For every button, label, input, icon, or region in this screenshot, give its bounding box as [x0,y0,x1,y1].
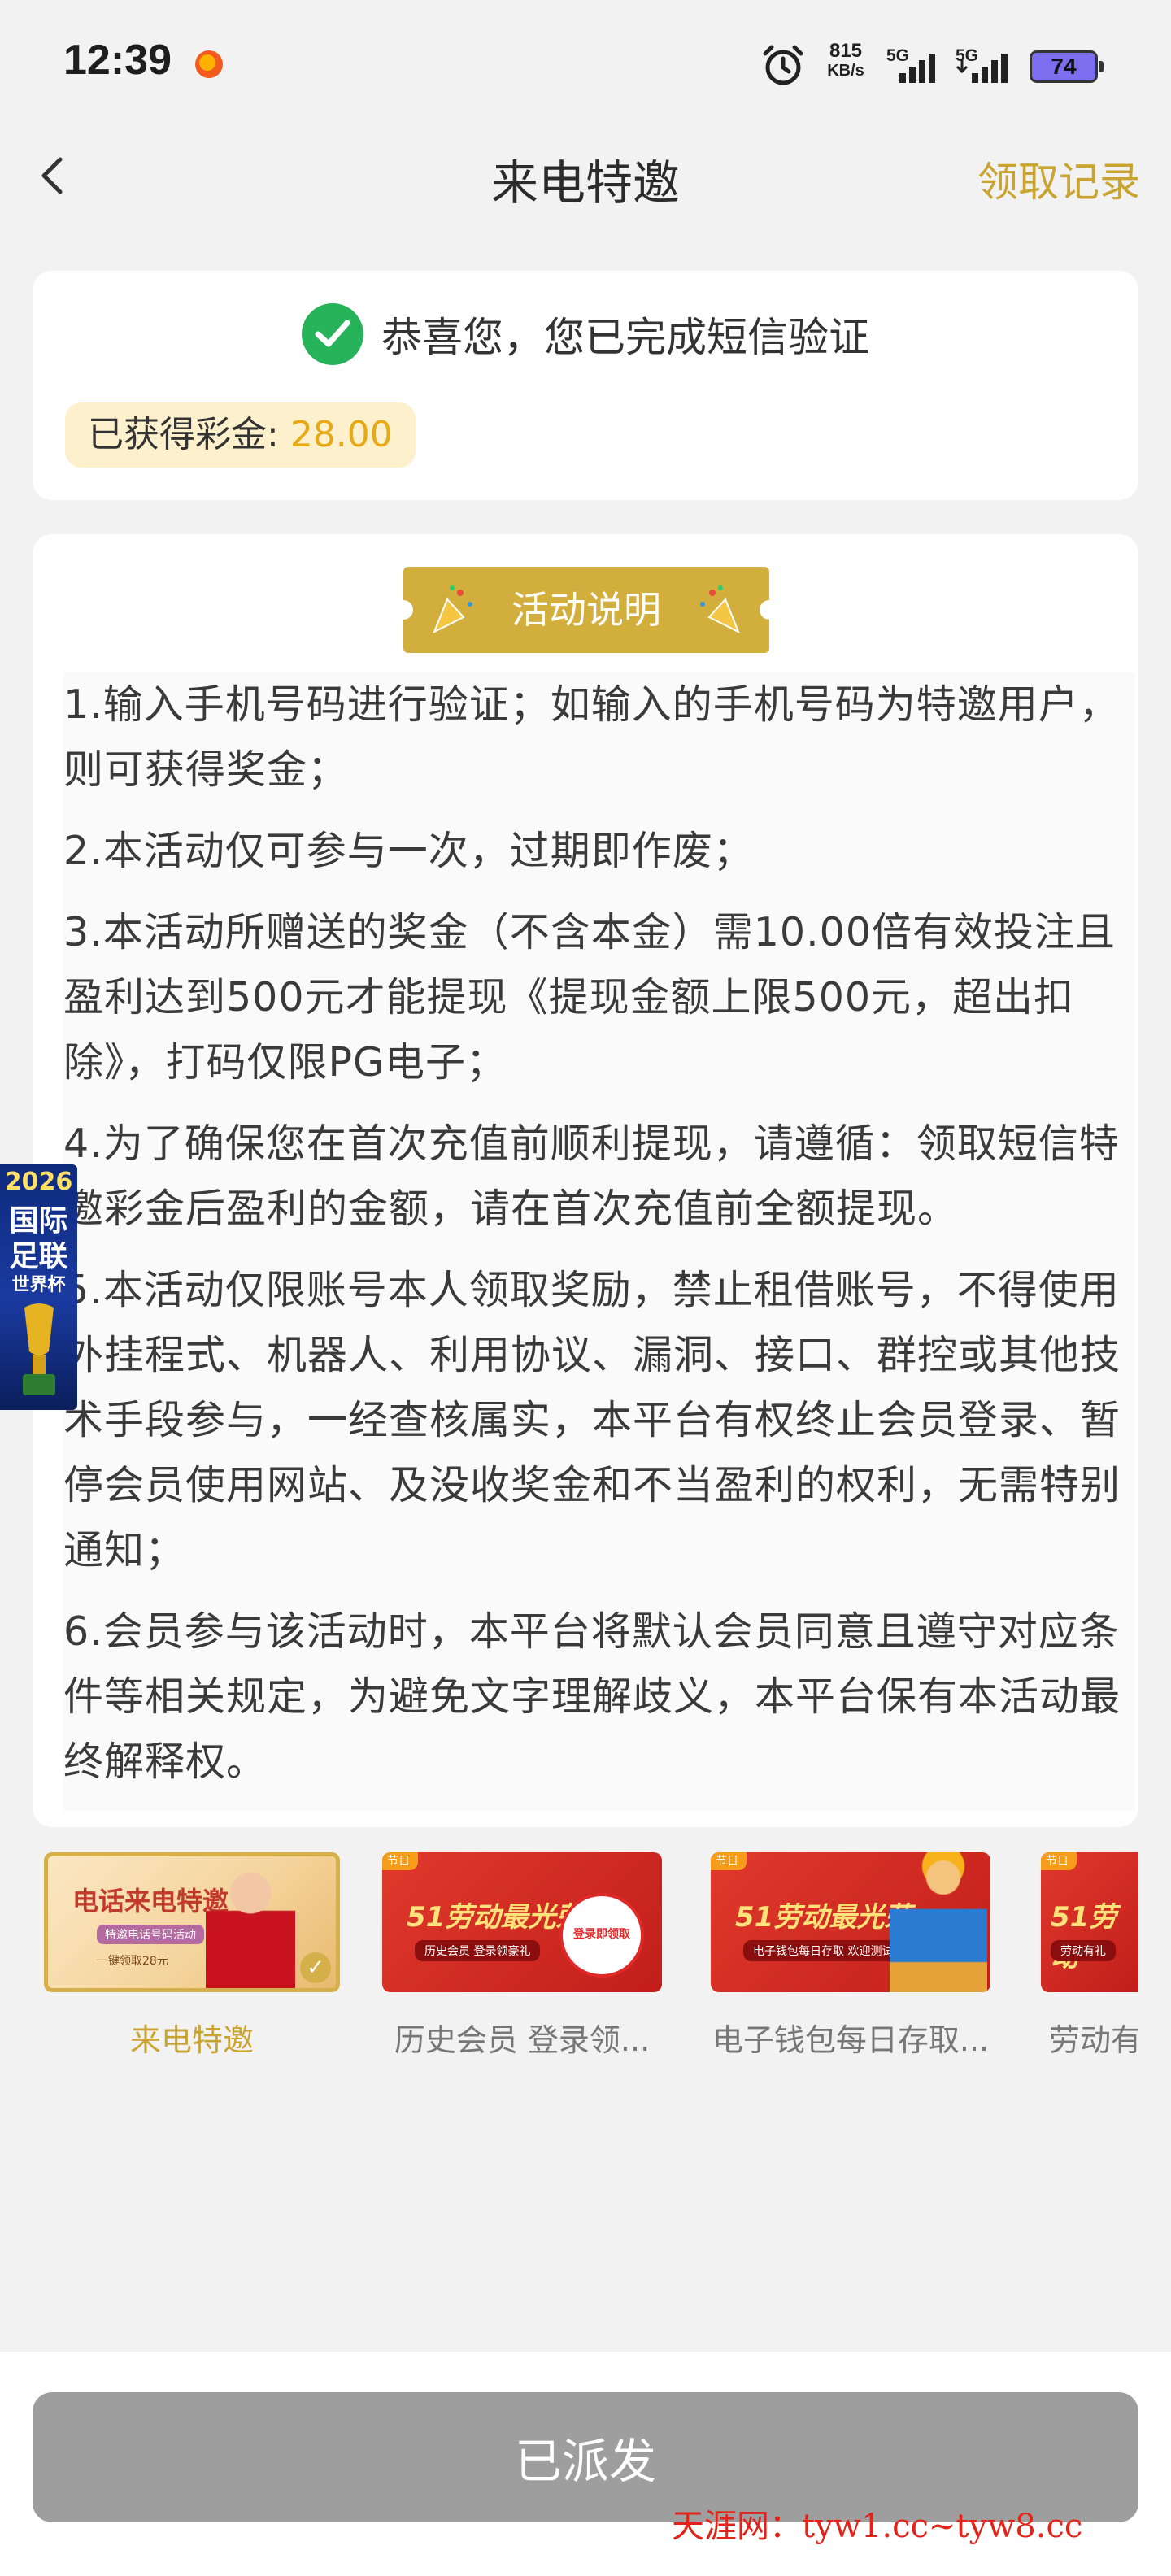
carousel-thumb-labor-gift[interactable]: 节日 51劳动 劳动有礼 [1041,1852,1138,1992]
battery-level: 74 [1051,54,1077,79]
bonus-badge: 已获得彩金: 28.00 [65,402,416,468]
activity-rules-card: 活动说明 1.输入手机号码进行验证；如输入的手机号码为特邀用户，则可获得奖金； … [33,534,1138,1827]
verification-card: 恭喜您，您已完成短信验证 已获得彩金: 28.00 [33,271,1138,500]
status-bar: 12:39 815 KB/s 5G 5G 74 [0,0,1171,122]
rule-item: 1.输入手机号码进行验证；如输入的手机号码为特邀用户，则可获得奖金； [63,681,1120,793]
notification-dot-icon [195,50,223,78]
rules-list: 1.输入手机号码进行验证；如输入的手机号码为特邀用户，则可获得奖金； 2.本活动… [63,672,1135,1811]
carousel-label[interactable]: 来电特邀 [44,2015,340,2060]
trophy-icon [23,1303,55,1395]
signal-icon [899,54,935,83]
navigation-bar: 来电特邀 领取记录 [0,122,1171,236]
activity-tag: 活动说明 [394,567,779,653]
success-message: 恭喜您，您已完成短信验证 [33,303,1138,365]
success-text: 恭喜您，您已完成短信验证 [381,314,869,361]
signal-icon [956,54,1008,83]
rule-item: 4.为了确保您在首次充值前顺利提现，请遵循：领取短信特邀彩金后盈利的金额，请在首… [63,1120,1120,1232]
clock: 12:39 [63,37,172,84]
carousel-thumb-e-wallet[interactable]: 节日 51劳动最光荣 电子钱包每日存取 欢迎测试 [711,1852,990,1992]
battery-icon: 74 [1030,50,1104,83]
carousel-thumb-invite[interactable]: 电话来电特邀 特邀电话号码活动 一键领取28元 ✓ [44,1852,340,1992]
rule-item: 6.会员参与该活动时，本平台将默认会员同意且遵守对应条件等相关规定，为避免文字理… [63,1608,1121,1785]
stamp-badge: 登录即领取 [559,1893,644,1978]
selected-check-icon: ✓ [300,1952,331,1983]
check-circle-icon [302,303,363,365]
rule-item: 2.本活动仅可参与一次，过期即作废； [63,828,754,874]
watermark-text: 天涯网：tyw1.cc~tyw8.cc [672,2508,1083,2545]
bonus-amount: 28.00 [289,414,393,455]
carousel-thumb-history-member[interactable]: 节日 51劳动最光荣 历史会员 登录领豪礼 登录即领取 [382,1852,662,1992]
rule-item: 3.本活动所赠送的奖金（不含本金）需10.00倍有效投注且盈利达到500元才能提… [63,909,1117,1086]
worker-illustration [890,1852,987,1992]
bonus-label: 已获得彩金: [88,414,290,455]
carousel-label[interactable]: 电子钱包每日存取... [704,2015,997,2060]
party-popper-icon [700,585,740,634]
world-cup-float-banner[interactable]: 2026 国际 足联 世界杯 [0,1164,77,1410]
carousel-label[interactable]: 劳动有 [1049,2015,1138,2060]
rule-item: 5.本活动仅限账号本人领取奖励，禁止租借账号，不得使用外挂程式、机器人、利用协议… [63,1267,1121,1573]
claim-records-link[interactable]: 领取记录 [977,150,1140,208]
promo-model-image [206,1865,295,1988]
carousel-label[interactable]: 历史会员 登录领... [382,2015,662,2060]
network-speed: 815 KB/s [827,40,864,80]
alarm-icon [763,45,803,85]
